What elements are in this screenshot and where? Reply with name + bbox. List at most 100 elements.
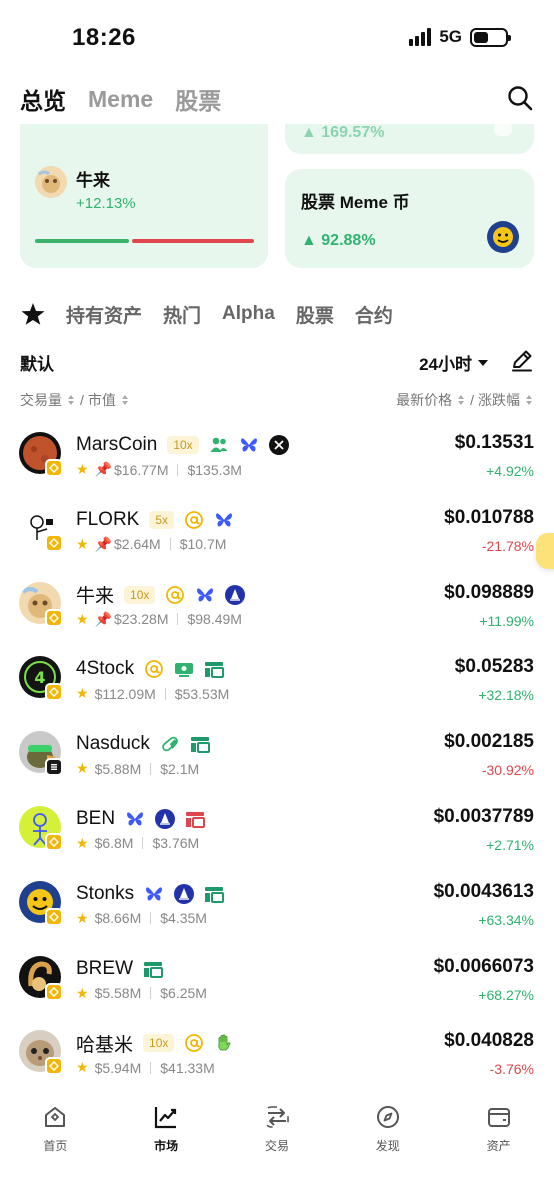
butterfly-icon: [216, 513, 233, 527]
bnb-chain-icon: [45, 907, 63, 926]
token-row[interactable]: Nasduck ★ $5.88M $2.1M $0.002185 -30.92%: [0, 717, 554, 792]
token-mcap: $41.33M: [160, 1059, 215, 1076]
star-rating-icon[interactable]: ★: [76, 461, 89, 478]
card-category-name: 股票 Meme 币: [301, 193, 410, 212]
token-change: +4.92%: [486, 463, 534, 479]
status-bar: 18:26 5G: [0, 0, 554, 76]
card-stock-meme[interactable]: 股票 Meme 币 ▲ 92.88%: [285, 169, 534, 268]
token-list: MarsCoin 10x ★ 📌 $16.77M $135.3M $0.1353…: [0, 418, 554, 1091]
star-rating-icon[interactable]: ★: [76, 611, 89, 628]
card-token-change: +12.13%: [76, 195, 136, 212]
mention-icon: [166, 585, 185, 604]
token-name: 哈基米: [76, 1034, 134, 1056]
sort-icon[interactable]: [526, 395, 532, 405]
col-mcap[interactable]: 市值: [88, 390, 116, 410]
token-mcap: $10.7M: [179, 536, 227, 553]
token-price: $0.002185: [444, 731, 534, 753]
token-row[interactable]: 4 4Stock ★ $112.09M $53.53M $0.05283 +32…: [0, 642, 554, 717]
sort-icon[interactable]: [68, 395, 74, 405]
token-price: $0.040828: [444, 1030, 534, 1052]
token-price: $0.05283: [454, 656, 534, 678]
token-row[interactable]: Stonks ★ $8.66M $4.35M $0.0043613 +63.34…: [0, 867, 554, 942]
nav-market[interactable]: 市场: [116, 1104, 216, 1200]
bnb-chain-icon: [45, 982, 63, 1001]
pin-icon: 📌: [94, 461, 112, 477]
tab-holdings[interactable]: 持有资产: [66, 301, 142, 328]
star-icon[interactable]: [20, 301, 46, 327]
token-price: $0.098889: [444, 581, 534, 603]
bnb-chain-icon: [45, 533, 63, 552]
tab-hot[interactable]: 热门: [163, 301, 201, 328]
tab-alpha[interactable]: Alpha: [222, 303, 275, 325]
sail-icon: [155, 808, 176, 829]
tab-overview[interactable]: 总览: [20, 82, 66, 116]
nav-label: 资产: [486, 1139, 511, 1153]
leverage-badge: 5x: [149, 510, 175, 529]
star-rating-icon[interactable]: ★: [76, 985, 89, 1002]
star-rating-icon[interactable]: ★: [76, 760, 89, 777]
bnb-chain-icon: [45, 832, 63, 851]
floating-assistant-tab[interactable]: [536, 533, 554, 569]
col-price[interactable]: 最新价格: [396, 390, 452, 410]
partial-avatar: [494, 124, 512, 136]
star-rating-icon[interactable]: ★: [76, 1059, 89, 1076]
token-mcap: $6.25M: [160, 985, 207, 1002]
token-price: $0.13531: [454, 432, 534, 453]
sort-icon[interactable]: [121, 395, 128, 405]
token-row[interactable]: 牛来 10x ★ 📌 $23.28M $98.49M $0.098889 +11…: [0, 568, 554, 643]
nav-discover[interactable]: 发现: [338, 1104, 438, 1200]
nav-label: 交易: [264, 1139, 289, 1153]
bottom-nav: 首页 市场 交易 发现 资产: [0, 1104, 554, 1200]
token-row[interactable]: BREW ★ $5.58M $6.25M $0.0066073 +68.27%: [0, 942, 554, 1017]
status-indicators: 5G: [409, 27, 511, 47]
col-change[interactable]: 涨跌幅: [478, 390, 520, 410]
card-featured-token[interactable]: 牛来 +12.13%: [20, 124, 268, 268]
card-partial[interactable]: ▲ 169.57%: [285, 124, 534, 154]
butterfly-icon: [127, 812, 144, 826]
bnb-chain-icon: [45, 683, 63, 702]
stonks-avatar: [487, 221, 519, 253]
star-rating-icon[interactable]: ★: [76, 536, 89, 553]
token-name: BREW: [76, 957, 133, 979]
token-mcap: $98.49M: [187, 611, 242, 628]
token-change: +63.34%: [478, 911, 534, 928]
token-row[interactable]: MarsCoin 10x ★ 📌 $16.77M $135.3M $0.1353…: [0, 418, 554, 493]
featured-cards: 牛来 +12.13% ▲ 169.57% 股票 Meme 币 ▲ 92.88%: [20, 124, 534, 270]
stock-icon: [205, 886, 225, 903]
x-social-icon: [268, 435, 289, 455]
nav-assets[interactable]: 资产: [449, 1104, 549, 1200]
nav-label: 发现: [375, 1139, 400, 1153]
token-row[interactable]: FLORK 5x ★ 📌 $2.64M $10.7M $0.010788 -21…: [0, 493, 554, 568]
nav-trade[interactable]: 交易: [227, 1104, 327, 1200]
home-icon: [45, 1107, 66, 1127]
signal-icon: [409, 28, 432, 46]
token-name: BEN: [76, 807, 116, 829]
star-rating-icon[interactable]: ★: [76, 910, 89, 927]
token-volume: $8.66M: [94, 910, 142, 927]
tab-contracts[interactable]: 合约: [355, 301, 393, 328]
search-icon[interactable]: [506, 84, 534, 112]
sort-icon[interactable]: [458, 395, 465, 405]
star-rating-icon[interactable]: ★: [76, 835, 89, 852]
col-volume[interactable]: 交易量: [20, 390, 62, 410]
stock-red-icon: [186, 811, 206, 828]
token-volume: $23.28M: [114, 611, 169, 628]
star-rating-icon[interactable]: ★: [76, 685, 89, 702]
timeframe-select[interactable]: 24小时: [419, 350, 488, 375]
token-row[interactable]: BEN ★ $6.8M $3.76M $0.0037789 +2.71%: [0, 792, 554, 867]
nav-home[interactable]: 首页: [5, 1104, 105, 1200]
pin-icon: 📌: [94, 535, 112, 552]
card-category-change: ▲ 92.88%: [301, 232, 376, 249]
edit-icon[interactable]: [510, 348, 534, 372]
svg-text:4: 4: [34, 668, 45, 687]
token-change: +11.99%: [479, 612, 534, 629]
tab-meme[interactable]: Meme: [88, 86, 153, 113]
sort-default[interactable]: 默认: [20, 350, 54, 375]
hand-icon: [218, 1034, 231, 1051]
tab-stocks-category[interactable]: 股票: [296, 301, 334, 328]
tab-stocks[interactable]: 股票: [175, 82, 221, 116]
col-slash: /: [470, 392, 474, 408]
token-row[interactable]: 哈基米 10x ★ $5.94M $41.33M $0.040828 -3.76…: [0, 1016, 554, 1091]
token-name: Stonks: [76, 882, 135, 904]
butterfly-icon: [240, 438, 257, 452]
